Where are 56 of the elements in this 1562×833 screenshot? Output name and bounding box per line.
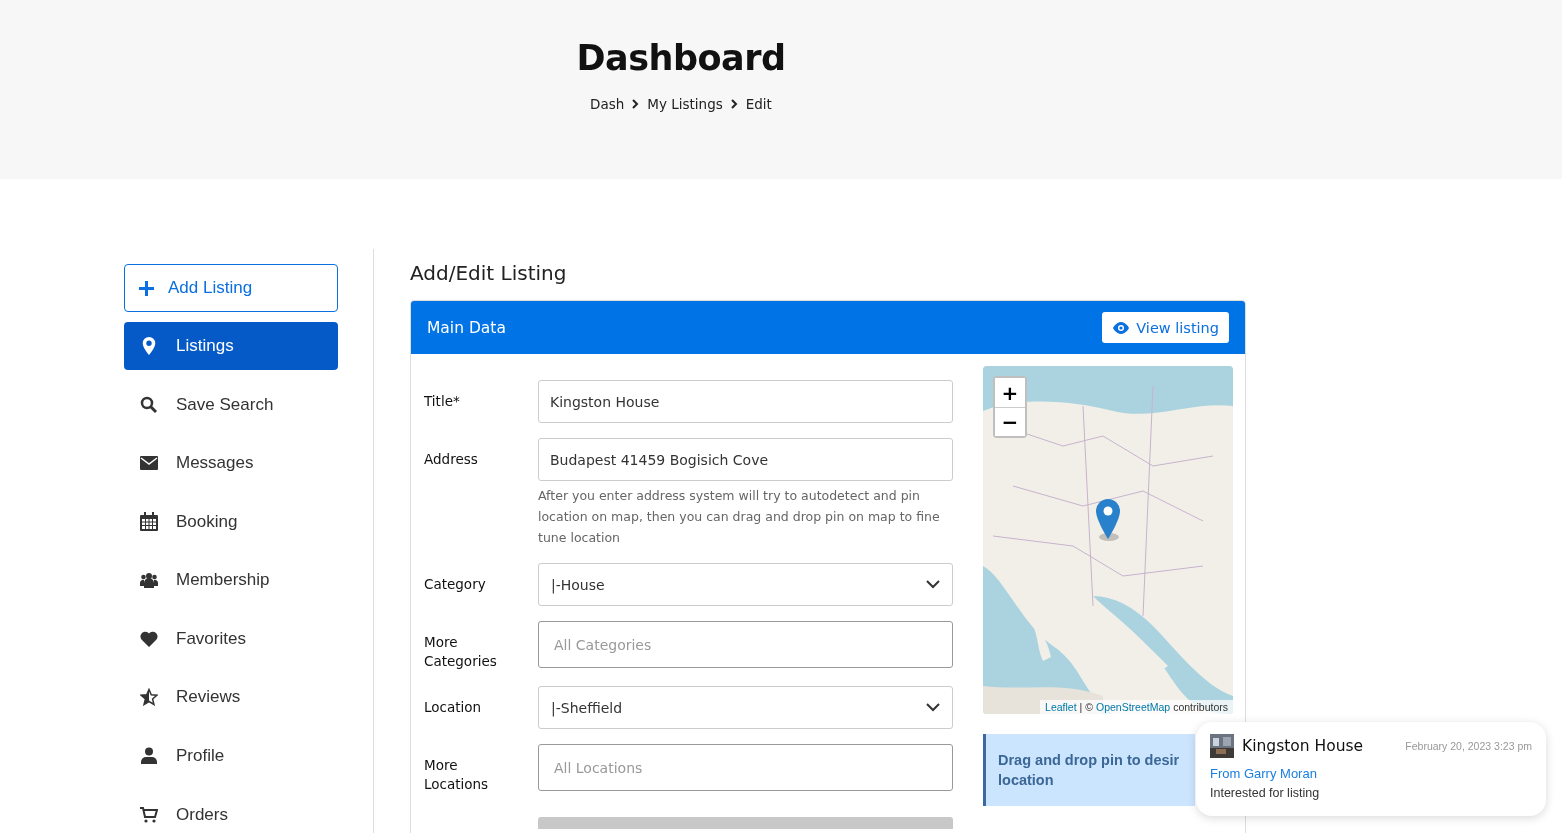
multi-select-field[interactable]: All Locations xyxy=(538,744,953,791)
openstreetmap-link[interactable]: OpenStreetMap xyxy=(1096,701,1171,713)
notification-date: February 20, 2023 3:23 pm xyxy=(1405,740,1532,752)
sidebar-item[interactable]: Membership xyxy=(124,556,338,605)
sidebar-item[interactable]: Profile xyxy=(124,731,338,780)
help-text: After you enter address system will try to autodetect and pin location on map, then you can drag and drop pin on map to fine tune location xyxy=(538,487,941,547)
calendar-icon xyxy=(140,512,158,532)
cart-icon xyxy=(140,806,158,823)
attribution-text: contributors xyxy=(1173,701,1228,713)
sidebar-item[interactable]: Messages xyxy=(124,439,338,488)
text-field[interactable]: Budapest 41459 Bogisich Cove xyxy=(538,438,953,481)
user-icon xyxy=(140,747,158,765)
field-label: Location xyxy=(424,698,483,717)
panel-title: Main Data xyxy=(427,318,506,337)
chevron-right-icon xyxy=(632,99,640,109)
field-label: Address xyxy=(424,450,479,469)
eye-icon xyxy=(1112,321,1131,334)
users-icon xyxy=(140,572,158,589)
breadcrumb-link[interactable]: Dash xyxy=(590,96,625,112)
notification-message: Interested for listing xyxy=(1210,786,1321,800)
view-listing-button[interactable]: View listing xyxy=(1102,312,1229,343)
plus-icon xyxy=(139,280,154,296)
multi-select-field[interactable]: All Categories xyxy=(538,621,953,668)
search-icon xyxy=(140,395,158,414)
sidebar-item[interactable]: Save Search xyxy=(124,380,338,429)
select-field[interactable]: |-House xyxy=(538,563,953,606)
field-label: Category xyxy=(424,575,487,594)
leaflet-link[interactable]: Leaflet xyxy=(1045,701,1077,713)
zoom-out-button[interactable]: − xyxy=(995,407,1025,436)
map-pin-icon xyxy=(140,337,158,356)
sidebar-item[interactable]: Booking xyxy=(124,497,338,546)
add-listing-button[interactable]: Add Listing xyxy=(124,264,338,313)
breadcrumb-link[interactable]: My Listings xyxy=(647,96,723,112)
page-title: Dashboard xyxy=(576,38,786,78)
sidebar-item[interactable]: Orders xyxy=(124,790,338,833)
sidebar-item[interactable]: Reviews xyxy=(124,673,338,722)
sidebar-item[interactable]: Favorites xyxy=(124,614,338,663)
chevron-right-icon xyxy=(730,99,738,109)
envelope-icon xyxy=(140,456,158,471)
section-title: Add/Edit Listing xyxy=(410,261,568,285)
select-field[interactable]: |-Sheffield xyxy=(538,686,953,729)
heart-icon xyxy=(140,630,158,647)
notification-title: Kingston House xyxy=(1242,737,1365,755)
sidebar-item[interactable]: Listings xyxy=(124,322,338,371)
field-label: Title* xyxy=(424,392,461,411)
chevron-down-icon xyxy=(926,580,940,589)
field-label: More Categories xyxy=(424,633,498,671)
breadcrumb-current: Edit xyxy=(745,96,772,112)
chevron-down-icon xyxy=(926,703,940,712)
attribution-text: | © xyxy=(1079,701,1093,713)
text-field[interactable]: Kingston House xyxy=(538,380,953,423)
alert-text: Drag and drop pin to desir xyxy=(998,751,1180,770)
star-icon xyxy=(140,688,158,707)
sender-link[interactable]: From Garry Moran xyxy=(1210,766,1532,781)
field-label: More Locations xyxy=(424,756,490,794)
alert-text: location xyxy=(998,771,1054,790)
